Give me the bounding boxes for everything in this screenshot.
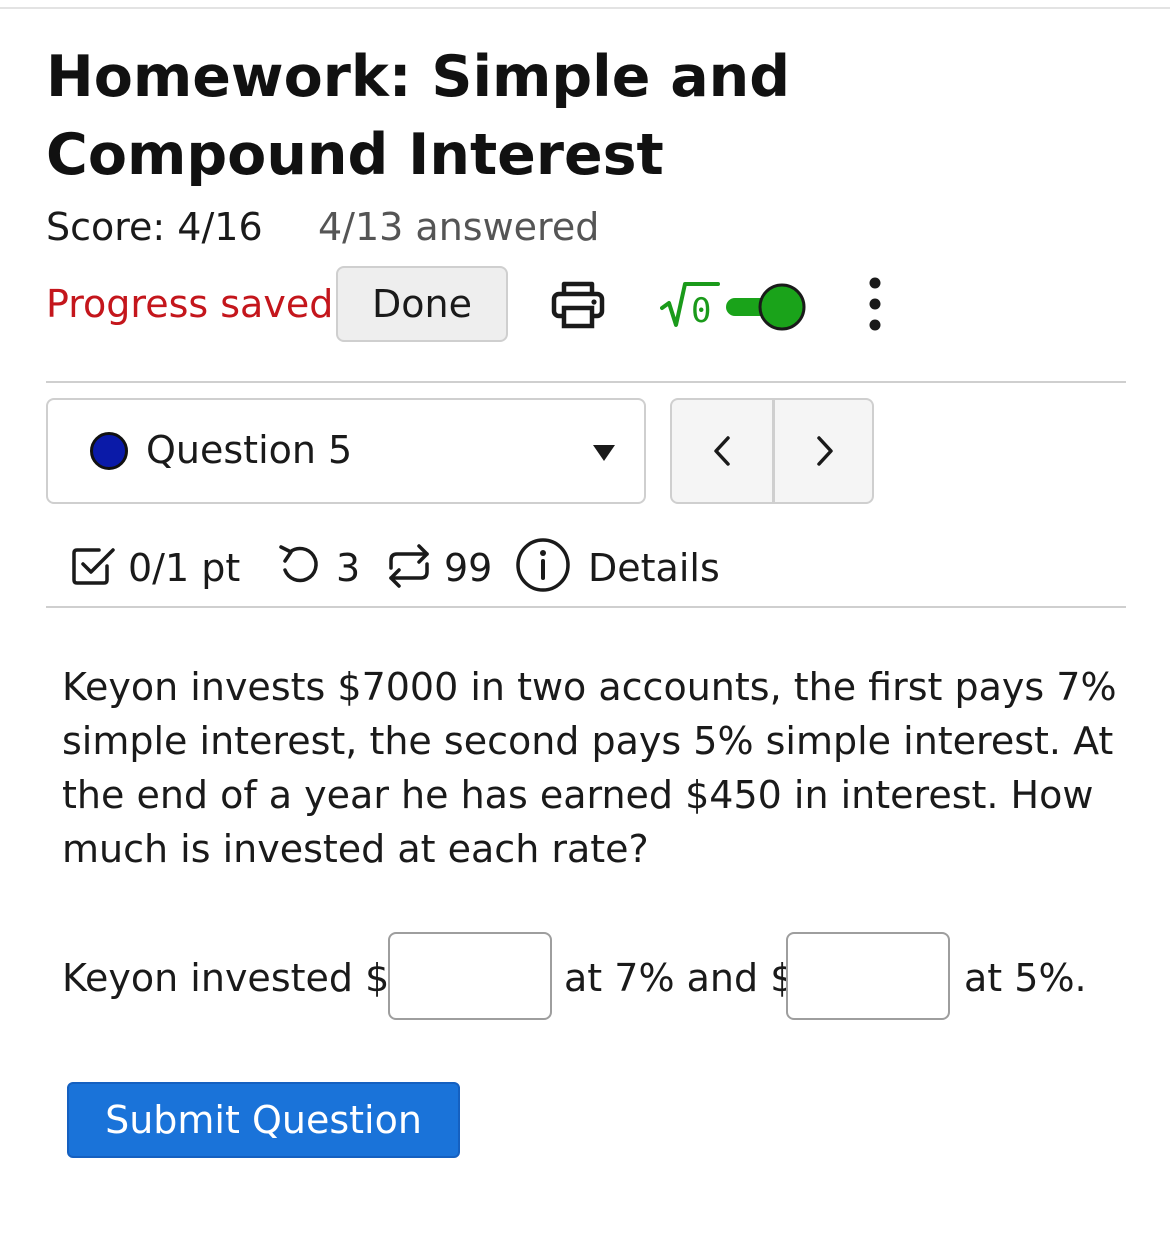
sqrt-icon[interactable]: 0 bbox=[660, 278, 720, 330]
versions-icon bbox=[389, 544, 429, 588]
answered-count: 4/13 answered bbox=[318, 205, 600, 249]
top-border bbox=[0, 7, 1170, 9]
more-vertical-icon[interactable] bbox=[862, 276, 888, 332]
details-toggle[interactable]: Details bbox=[514, 536, 724, 596]
checkbox-icon bbox=[72, 548, 115, 585]
versions-count: 99 bbox=[444, 546, 493, 590]
caret-down-icon bbox=[593, 445, 615, 461]
amount-at-7-input[interactable] bbox=[388, 932, 552, 1020]
retry-icon bbox=[279, 545, 318, 583]
points-text: 0/1 pt bbox=[128, 546, 241, 590]
svg-text:0: 0 bbox=[691, 291, 711, 330]
page-title: Homework: Simple and Compound Interest bbox=[46, 44, 791, 188]
progress-status: Progress saved bbox=[46, 282, 334, 326]
chevron-right-icon bbox=[817, 436, 833, 466]
answer-prefix: Keyon invested $ bbox=[62, 956, 390, 1000]
amount-at-5-input[interactable] bbox=[786, 932, 950, 1020]
submit-question-button[interactable]: Submit Question bbox=[67, 1082, 460, 1158]
question-select[interactable]: Question 5 bbox=[46, 398, 646, 504]
divider bbox=[46, 381, 1126, 383]
question-select-label: Question 5 bbox=[146, 428, 353, 472]
divider bbox=[46, 606, 1126, 608]
printer-icon[interactable] bbox=[550, 280, 606, 330]
next-question-button[interactable] bbox=[775, 400, 872, 502]
status-dot bbox=[90, 432, 128, 470]
attempts-count: 3 bbox=[336, 546, 361, 590]
question-text: Keyon invests $7000 in two accounts, the… bbox=[62, 665, 1117, 871]
answer-middle: at 7% and $ bbox=[564, 956, 795, 1000]
score-text: Score: 4/16 bbox=[46, 205, 263, 249]
toggle-switch[interactable] bbox=[724, 282, 808, 332]
chevron-left-icon bbox=[714, 436, 730, 466]
question-nav bbox=[670, 398, 874, 504]
details-label: Details bbox=[588, 546, 720, 590]
done-button[interactable]: Done bbox=[336, 266, 508, 342]
answer-suffix: at 5%. bbox=[964, 956, 1087, 1000]
info-icon bbox=[516, 538, 570, 592]
previous-question-button[interactable] bbox=[672, 400, 775, 502]
